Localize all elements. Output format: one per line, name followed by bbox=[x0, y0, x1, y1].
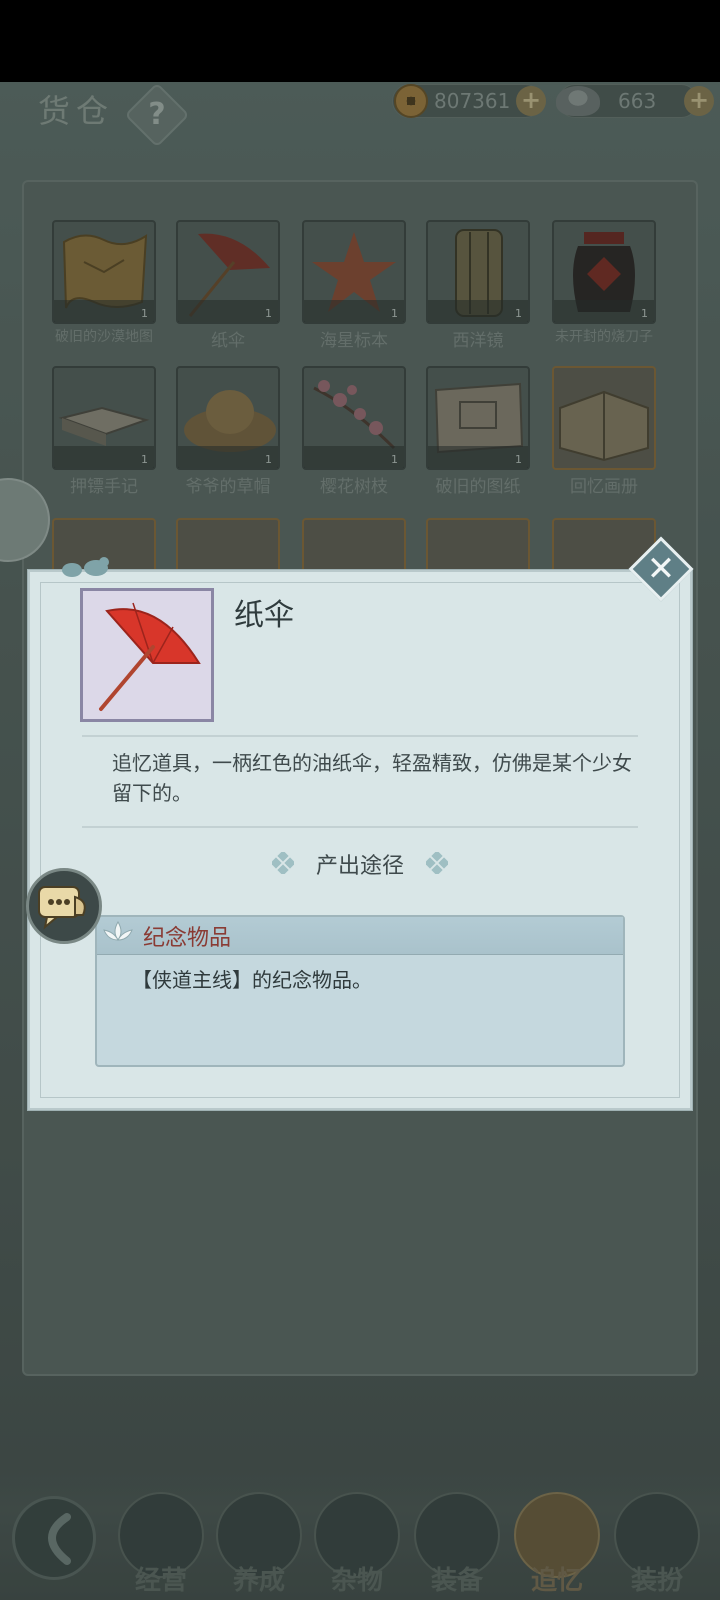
back-button[interactable] bbox=[12, 1496, 96, 1580]
chat-button[interactable] bbox=[26, 868, 102, 944]
back-arrow-icon bbox=[48, 1513, 71, 1565]
slot-count-strip bbox=[428, 300, 528, 322]
item-slot-wine-jar[interactable]: 1 bbox=[552, 220, 656, 324]
nav-label: 杂物 bbox=[330, 1566, 383, 1596]
item-name: 樱花树枝 bbox=[320, 477, 388, 497]
item-slot-row3-3[interactable] bbox=[302, 518, 406, 578]
page-title: 货仓 bbox=[38, 92, 115, 130]
item-preview-frame bbox=[80, 588, 214, 722]
source-title: 纪念物品 bbox=[143, 926, 232, 951]
source-detail: 【侠道主线】的纪念物品。 bbox=[132, 968, 372, 992]
item-slot-escort-notes[interactable]: 1 bbox=[52, 366, 156, 470]
silver-ingot-icon bbox=[556, 86, 600, 116]
item-slot-paper-umbrella[interactable]: 1 bbox=[176, 220, 280, 324]
item-count: 1 bbox=[391, 307, 398, 320]
nav-tab-equipment[interactable]: 装备 bbox=[414, 1492, 500, 1600]
nav-tab-develop[interactable]: 养成 bbox=[216, 1492, 302, 1600]
slot-count-strip bbox=[304, 300, 404, 322]
diamond-decoration-icon bbox=[426, 852, 448, 874]
item-name: 破旧的沙漠地图 bbox=[55, 329, 153, 345]
item-slot-row3-2[interactable] bbox=[176, 518, 280, 578]
bird-decoration-icon bbox=[62, 557, 109, 577]
item-name: 回忆画册 bbox=[570, 477, 638, 497]
item-name: 破旧的图纸 bbox=[435, 477, 521, 497]
nav-label: 经营 bbox=[134, 1566, 187, 1596]
item-name: 海星标本 bbox=[320, 331, 388, 351]
item-slot-peepshow[interactable]: 1 bbox=[426, 220, 530, 324]
item-name: 西洋镜 bbox=[452, 331, 504, 351]
item-name: 爷爷的草帽 bbox=[185, 477, 271, 497]
item-title: 纸伞 bbox=[234, 598, 294, 633]
item-count: 1 bbox=[641, 307, 648, 320]
item-count: 1 bbox=[141, 453, 148, 466]
item-count: 1 bbox=[141, 307, 148, 320]
item-count: 1 bbox=[515, 307, 522, 320]
slot-count-strip bbox=[178, 446, 278, 468]
nav-label: 装扮 bbox=[630, 1566, 683, 1596]
slot-count-strip bbox=[54, 446, 154, 468]
item-count: 1 bbox=[265, 453, 272, 466]
item-name: 纸伞 bbox=[211, 331, 245, 351]
item-name: 未开封的烧刀子 bbox=[555, 329, 653, 345]
item-slot-straw-hat[interactable]: 1 bbox=[176, 366, 280, 470]
slot-count-strip bbox=[428, 446, 528, 468]
item-slot-desert-map[interactable]: 1 bbox=[52, 220, 156, 324]
question-icon: ? bbox=[148, 97, 166, 132]
nav-tab-business[interactable]: 经营 bbox=[118, 1492, 204, 1600]
item-count: 1 bbox=[391, 453, 398, 466]
item-slot-cherry-branch[interactable]: 1 bbox=[302, 366, 406, 470]
copper-coin-icon bbox=[394, 84, 428, 118]
item-slot-memory-album[interactable] bbox=[552, 366, 656, 470]
silver-amount: 663 bbox=[618, 89, 657, 113]
item-name: 押镖手记 bbox=[70, 477, 138, 497]
item-count: 1 bbox=[515, 453, 522, 466]
slot-count-strip bbox=[54, 300, 154, 322]
item-count: 1 bbox=[265, 307, 272, 320]
nav-tab-misc[interactable]: 杂物 bbox=[314, 1492, 400, 1600]
status-bar bbox=[0, 0, 720, 82]
lotus-icon bbox=[103, 921, 133, 941]
item-slot-old-blueprint[interactable]: 1 bbox=[426, 366, 530, 470]
add-silver-button[interactable]: + bbox=[684, 86, 714, 116]
item-slot-row3-4[interactable] bbox=[426, 518, 530, 578]
nav-label: 装备 bbox=[430, 1566, 483, 1596]
copper-amount: 807361 bbox=[434, 89, 511, 113]
divider bbox=[82, 826, 638, 828]
item-slot-starfish[interactable]: 1 bbox=[302, 220, 406, 324]
slot-count-strip bbox=[554, 300, 654, 322]
umbrella-icon bbox=[99, 602, 201, 711]
slot-count-strip bbox=[178, 300, 278, 322]
chat-bubble-icon bbox=[38, 886, 86, 930]
add-copper-button[interactable]: + bbox=[516, 86, 546, 116]
close-icon: ✕ bbox=[646, 549, 676, 589]
album-icon bbox=[559, 390, 649, 462]
divider bbox=[82, 735, 638, 737]
slot-count-strip bbox=[304, 446, 404, 468]
item-description: 追忆道具，一柄红色的油纸伞，轻盈精致，仿佛是某个少女留下的。 bbox=[112, 751, 632, 805]
nav-label: 追忆 bbox=[530, 1566, 583, 1596]
nav-tab-dressup[interactable]: 装扮 bbox=[614, 1492, 700, 1600]
nav-tab-memories[interactable]: 追忆 bbox=[514, 1492, 600, 1600]
nav-label: 养成 bbox=[232, 1566, 285, 1596]
